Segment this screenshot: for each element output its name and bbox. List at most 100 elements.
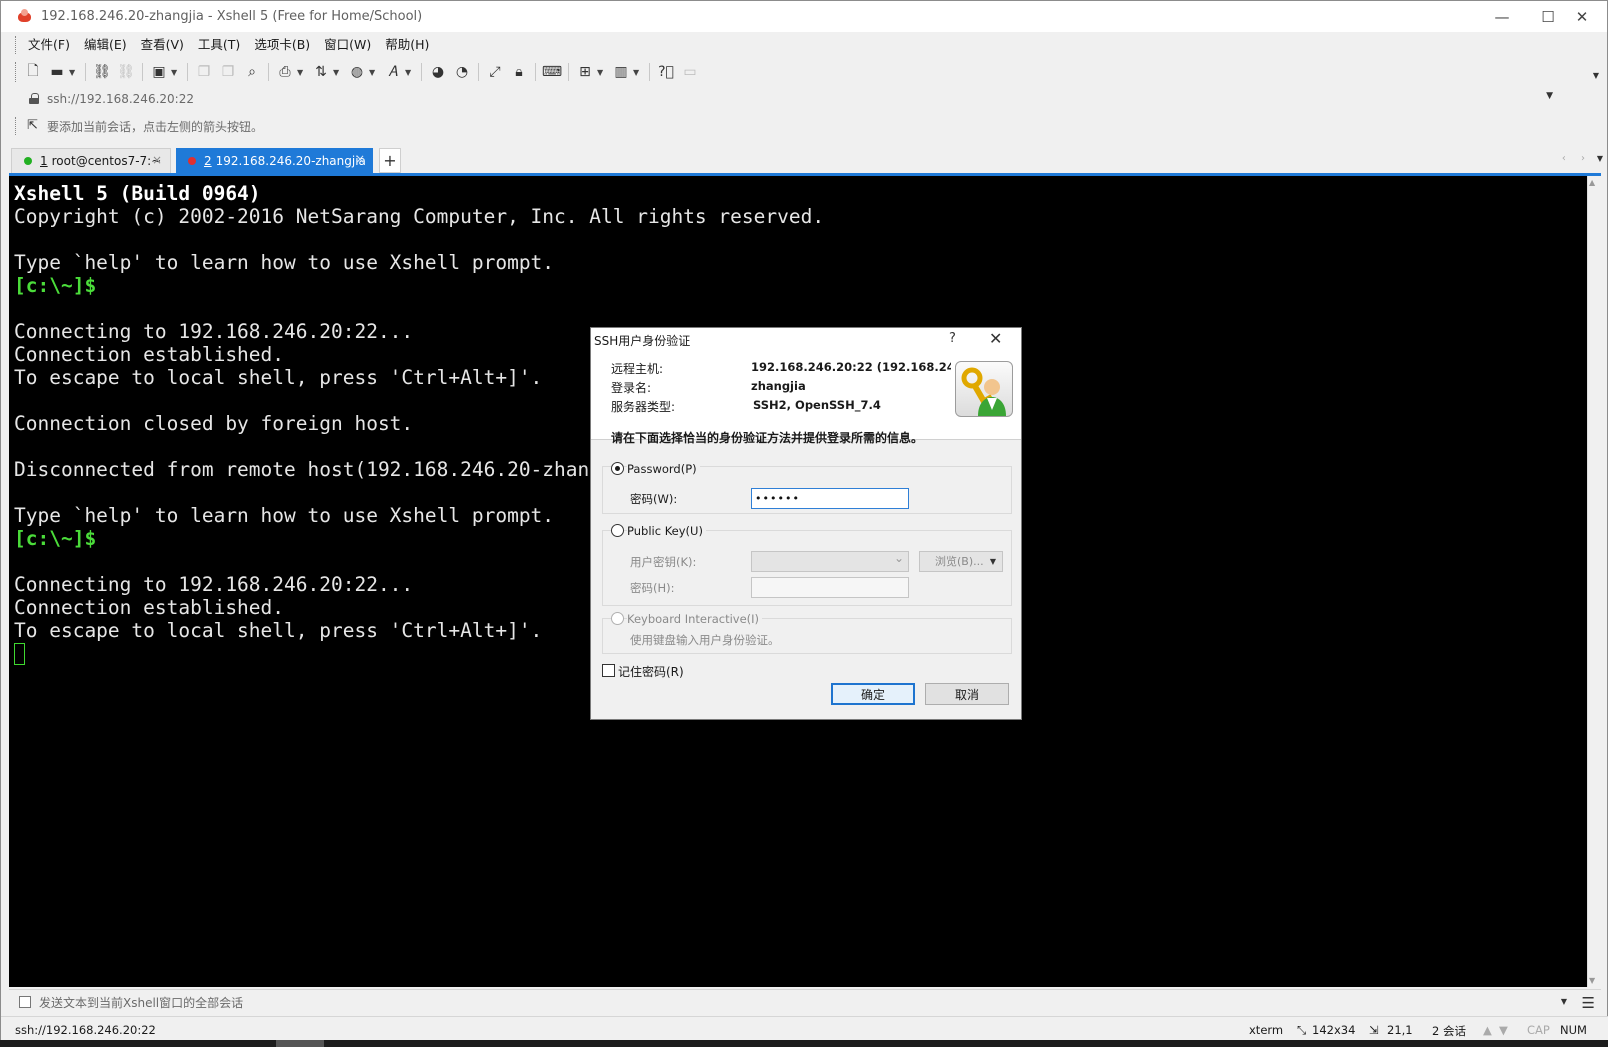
chevron-down-icon[interactable]: ▼	[990, 552, 996, 571]
password-field-label: 密码(W):	[630, 492, 678, 506]
hamburger-menu-icon[interactable]: ☰	[1582, 994, 1595, 1012]
toolbar-overflow-icon[interactable]: ▼	[1593, 71, 1599, 80]
chevron-down-icon[interactable]: ▼	[69, 68, 79, 77]
minimize-button[interactable]: —	[1479, 1, 1525, 32]
user-key-select[interactable]	[751, 551, 909, 572]
menu-bar: 文件(F) 编辑(E) 查看(V) 工具(T) 选项卡(B) 窗口(W) 帮助(…	[21, 34, 436, 56]
chevron-down-icon[interactable]: ▼	[405, 68, 415, 77]
terminal-scrollbar[interactable]: ▲ ▼	[1587, 176, 1601, 987]
terminal-line: Type `help' to learn how to use Xshell p…	[14, 251, 555, 274]
menu-tab[interactable]: 选项卡(B)	[247, 34, 317, 56]
menu-help[interactable]: 帮助(H)	[378, 34, 436, 56]
address-input[interactable]: ssh://192.168.246.20:22	[47, 92, 194, 106]
layout-icon[interactable]: ▥	[609, 61, 633, 83]
connected-status-icon	[24, 157, 32, 165]
tip-text: 要添加当前会话，点击左侧的箭头按钮。	[47, 119, 264, 134]
print-icon[interactable]: ⎙	[273, 61, 297, 83]
login-name-value: zhangjia	[751, 379, 806, 393]
cancel-button[interactable]: 取消	[925, 683, 1009, 705]
xshell-app-icon	[17, 8, 33, 25]
tab-session-2[interactable]: 2 192.168.246.20-zhangjia ×	[176, 148, 373, 173]
new-tab-button[interactable]: +	[379, 148, 401, 173]
chevron-down-icon[interactable]: ▼	[297, 68, 307, 77]
copy-icon[interactable]: ❐	[192, 61, 216, 83]
taskbar-item[interactable]	[276, 1040, 324, 1047]
keyboard-interactive-radio[interactable]	[611, 612, 624, 625]
public-key-radio[interactable]	[611, 524, 624, 537]
add-icon[interactable]: ⊞	[573, 61, 597, 83]
menu-window[interactable]: 窗口(W)	[317, 34, 378, 56]
menubar-grip[interactable]	[15, 36, 18, 54]
chevron-down-icon[interactable]: ▼	[171, 68, 181, 77]
status-terminal-size: 142x34	[1312, 1023, 1356, 1037]
browse-button[interactable]: 浏览(B)... ▼	[919, 551, 1003, 572]
compose-bar: 发送文本到当前Xshell窗口的全部会话 ▼ ☰	[9, 989, 1601, 1014]
keyboard-interactive-option-label[interactable]: Keyboard Interactive(I)	[627, 612, 763, 626]
menu-file[interactable]: 文件(F)	[21, 34, 77, 56]
tab-close-icon[interactable]: ×	[355, 152, 365, 166]
find-icon[interactable]: ⌕	[240, 61, 264, 83]
chevron-down-icon[interactable]: ▼	[1546, 91, 1553, 101]
public-key-option-label[interactable]: Public Key(U)	[627, 524, 706, 538]
chevron-down-icon[interactable]: ▼	[333, 68, 343, 77]
scroll-up-icon[interactable]: ▲	[1589, 178, 1595, 187]
remember-password-label[interactable]: 记住密码(R)	[618, 663, 684, 680]
close-button[interactable]: ✕	[1561, 1, 1603, 32]
password-option-label[interactable]: Password(P)	[627, 462, 700, 476]
remote-host-label: 远程主机:	[611, 362, 664, 376]
server-type-value: SSH2, OpenSSH_7.4	[753, 398, 881, 412]
open-folder-icon[interactable]: ▬	[45, 61, 69, 83]
key-user-icon	[955, 361, 1013, 417]
chevron-down-icon[interactable]: ▼	[597, 68, 607, 77]
reconnect-icon[interactable]: ⛓	[90, 61, 114, 83]
lock-icon[interactable]: 🔒︎	[507, 61, 531, 83]
tab-list-icon[interactable]: ▼	[1597, 154, 1603, 163]
properties-icon[interactable]: ▣	[147, 61, 171, 83]
remember-password-checkbox[interactable]	[602, 664, 615, 677]
transfer-icon[interactable]: ⇅	[309, 61, 333, 83]
compose-checkbox[interactable]	[19, 996, 31, 1008]
tab-session-1[interactable]: 1 root@centos7-7:~ ×	[11, 148, 171, 173]
chevron-down-icon[interactable]: ▼	[369, 68, 379, 77]
dialog-close-button[interactable]: ✕	[989, 329, 1002, 348]
chevron-down-icon[interactable]: ▼	[633, 68, 643, 77]
login-name-label: 登录名:	[611, 381, 652, 395]
tab-close-icon[interactable]: ×	[152, 153, 162, 167]
arrow-down-icon[interactable]: ▼	[1499, 1023, 1508, 1037]
script-icon[interactable]: ◔	[450, 61, 474, 83]
ok-button[interactable]: 确定	[831, 683, 915, 705]
toolbar-separator	[421, 63, 422, 81]
compose-input[interactable]: 发送文本到当前Xshell窗口的全部会话	[39, 994, 243, 1011]
password-input[interactable]	[751, 488, 909, 509]
tab-scroll-arrows[interactable]: ‹ ›	[1562, 153, 1591, 164]
address-bar[interactable]: ssh://192.168.246.20:22 ▼	[15, 88, 1563, 109]
keyboard-icon[interactable]: ⌨	[540, 61, 564, 83]
scroll-down-icon[interactable]: ▼	[1589, 976, 1595, 985]
taskbar-strip	[0, 1040, 1608, 1047]
chevron-down-icon[interactable]: ▼	[1561, 997, 1567, 1006]
dialog-help-button[interactable]: ?	[949, 331, 956, 346]
status-cursor-position: 21,1	[1387, 1023, 1413, 1037]
help-icon[interactable]: ?⃝	[654, 61, 678, 83]
comment-icon[interactable]: ▭	[678, 61, 702, 83]
menu-view[interactable]: 查看(V)	[134, 34, 191, 56]
arrow-up-icon[interactable]: ▲	[1483, 1023, 1492, 1037]
font-icon[interactable]: 𝐴	[381, 61, 405, 83]
add-session-arrow-icon[interactable]: ⇱	[27, 119, 41, 133]
toolbar-grip[interactable]	[15, 62, 18, 82]
new-session-icon[interactable]: 🗋	[21, 61, 45, 83]
password-radio[interactable]	[611, 462, 624, 475]
paste-icon[interactable]: ❐	[216, 61, 240, 83]
globe-icon[interactable]: ◍	[345, 61, 369, 83]
fullscreen-icon[interactable]: ⤢	[483, 61, 507, 83]
ssh-auth-dialog: SSH用户身份验证 ? ✕ 远程主机: 192.168.246.20:22 (1…	[590, 327, 1022, 720]
passphrase-input[interactable]	[751, 577, 909, 598]
terminal-cursor	[14, 643, 25, 665]
menu-edit[interactable]: 编辑(E)	[77, 34, 134, 56]
dialog-title-bar: SSH用户身份验证 ? ✕	[591, 328, 1021, 352]
disconnect-icon[interactable]: ⛓	[114, 61, 138, 83]
terminal-line: Copyright (c) 2002-2016 NetSarang Comput…	[14, 205, 825, 228]
xftp-icon[interactable]: ◕	[426, 61, 450, 83]
menu-tools[interactable]: 工具(T)	[191, 34, 247, 56]
